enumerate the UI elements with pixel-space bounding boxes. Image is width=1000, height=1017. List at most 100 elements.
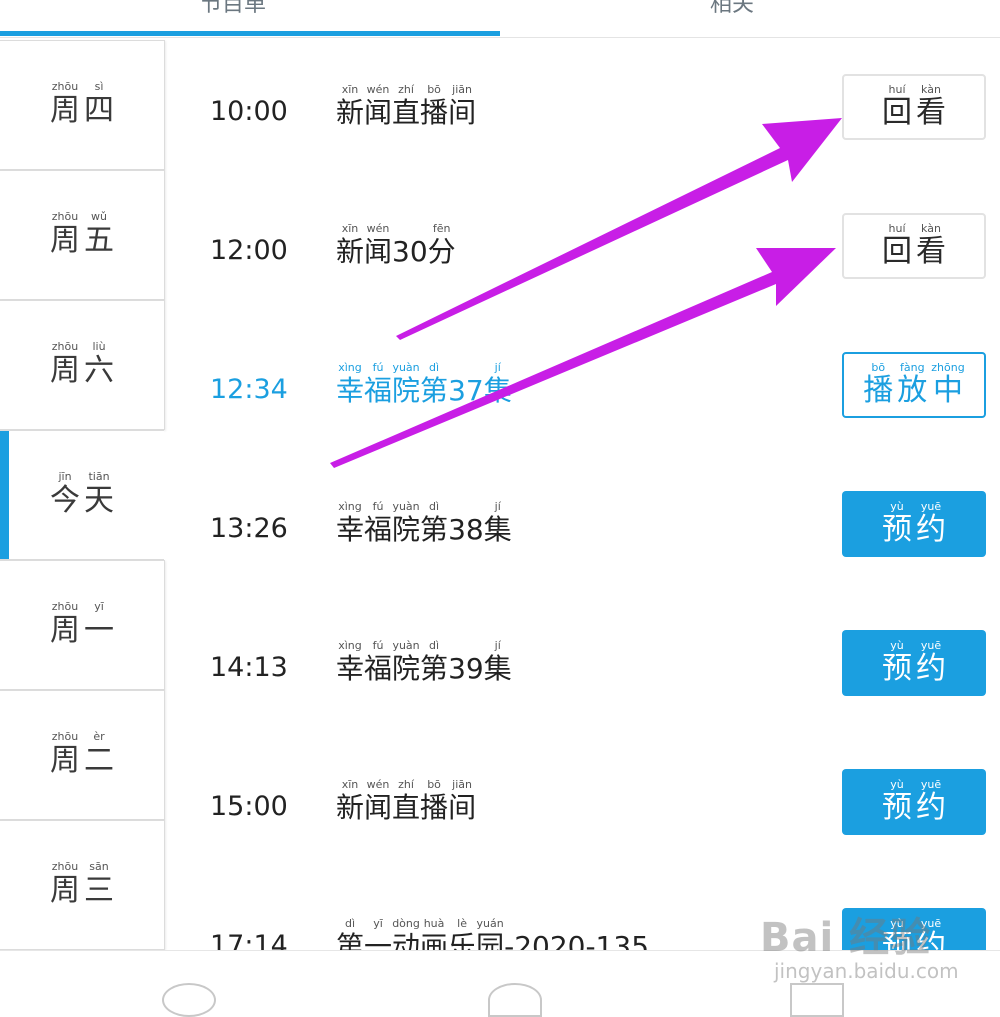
day-char: zhōu 周: [50, 861, 80, 909]
day-char: èr 二: [84, 731, 114, 779]
title-char: bō 播: [420, 84, 448, 130]
day-label: zhōu 周 yī 一: [50, 601, 114, 649]
reserve-button[interactable]: yù 预 yuē 约: [842, 630, 986, 696]
now-playing-button[interactable]: bō 播 fàng 放 zhōng 中: [842, 352, 986, 418]
program-title: xīn 新 wén 闻 30 fēn 分: [336, 223, 456, 269]
hanzi: 回: [882, 234, 912, 269]
hanzi: 约: [916, 512, 946, 547]
hanzi: 间: [448, 791, 477, 824]
pinyin: jí: [494, 639, 501, 652]
pinyin: dì: [344, 917, 356, 930]
program-row[interactable]: 12:00 xīn 新 wén 闻 30 fēn 分 huí 回 kàn 看: [166, 179, 1000, 318]
hanzi: 间: [448, 96, 477, 129]
pinyin: xīn: [341, 222, 359, 235]
hanzi: 周: [50, 613, 80, 648]
hanzi: 播: [863, 373, 894, 408]
pinyin: zhōu: [51, 860, 79, 873]
hanzi: 第: [420, 374, 449, 407]
day-tab[interactable]: zhōu 周 liù 六: [0, 300, 165, 430]
pinyin: zhōu: [51, 340, 79, 353]
title-char: bō 播: [420, 779, 448, 825]
hanzi: 周: [50, 743, 80, 778]
pinyin: xìng: [338, 639, 362, 652]
day-label: zhōu 周 sān 三: [50, 861, 114, 909]
pinyin: sì: [94, 80, 104, 93]
home-icon[interactable]: [162, 983, 216, 1017]
title-char: dì 第: [420, 501, 448, 547]
program-list: 10:00 xīn 新 wén 闻 zhí 直 bō 播 jiān 间 huí 回 kàn 看 12:00 xī…: [166, 40, 1000, 974]
title-char: xìng 幸: [336, 640, 364, 686]
title-char: wén 闻: [364, 223, 392, 269]
watermark: Bai 经验 jingyan.baidu.com: [760, 905, 959, 983]
replay-button[interactable]: huí 回 kàn 看: [842, 213, 986, 279]
program-row[interactable]: 14:13 xìng 幸 fú 福 yuàn 院 dì 第 39 jí 集 yù 预 yuē 约: [166, 596, 1000, 735]
title-char: zhí 直: [392, 779, 420, 825]
button-char: huí 回: [882, 223, 912, 269]
pinyin: bō: [427, 778, 441, 791]
hanzi: 天: [84, 483, 114, 518]
hanzi: 周: [50, 93, 80, 128]
program-time: 15:00: [210, 791, 288, 822]
pinyin: xìng: [338, 361, 362, 374]
program-row[interactable]: 15:00 xīn 新 wén 闻 zhí 直 bō 播 jiān 间 yù 预 yuē 约: [166, 735, 1000, 874]
pinyin: jí: [494, 500, 501, 513]
reserve-button[interactable]: yù 预 yuē 约: [842, 769, 986, 835]
hanzi: 周: [50, 353, 80, 388]
day-tab[interactable]: zhōu 周 sì 四: [0, 40, 165, 170]
pinyin: fú: [372, 639, 384, 652]
button-char: huí 回: [882, 84, 912, 130]
program-time: 12:34: [210, 374, 288, 405]
hanzi: 直: [392, 791, 421, 824]
reserve-button[interactable]: yù 预 yuē 约: [842, 491, 986, 557]
pinyin: zhōu: [51, 730, 79, 743]
title-char: xīn 新: [336, 84, 364, 130]
button-label: yù 预 yuē 约: [882, 501, 946, 547]
day-label: jīn 今 tiān 天: [50, 471, 114, 519]
pinyin: lè: [457, 917, 467, 930]
program-time: 13:26: [210, 513, 288, 544]
day-tab[interactable]: zhōu 周 yī 一: [0, 560, 165, 690]
hanzi: 院: [392, 374, 421, 407]
hanzi: 播: [420, 791, 449, 824]
hanzi: 福: [364, 513, 393, 546]
day-char: zhōu 周: [50, 81, 80, 129]
hanzi: 六: [84, 353, 114, 388]
hanzi: 二: [84, 743, 114, 778]
day-char: tiān 天: [84, 471, 114, 519]
program-row[interactable]: 13:26 xìng 幸 fú 福 yuàn 院 dì 第 38 jí 集 yù 预 yuē 约: [166, 457, 1000, 596]
button-label: yù 预 yuē 约: [882, 779, 946, 825]
program-row[interactable]: 10:00 xīn 新 wén 闻 zhí 直 bō 播 jiān 间 huí 回 kàn 看: [166, 40, 1000, 179]
pinyin: èr: [93, 730, 105, 743]
pinyin: zhōu: [51, 210, 79, 223]
pinyin: wén: [366, 778, 390, 791]
hanzi: 院: [392, 652, 421, 685]
program-title: xìng 幸 fú 福 yuàn 院 dì 第 38 jí 集: [336, 501, 512, 547]
day-tab[interactable]: jīn 今 tiān 天: [0, 430, 164, 560]
pinyin: jiān: [452, 83, 472, 96]
day-label: zhōu 周 èr 二: [50, 731, 114, 779]
button-label: yù 预 yuē 约: [882, 640, 946, 686]
pinyin: fú: [372, 500, 384, 513]
hanzi: 分: [427, 235, 456, 268]
day-tab[interactable]: zhōu 周 wǔ 五: [0, 170, 165, 300]
more-icon[interactable]: [790, 983, 844, 1017]
day-char: sān 三: [84, 861, 114, 909]
tab-schedule[interactable]: 节目单: [200, 0, 266, 18]
day-tab[interactable]: zhōu 周 sān 三: [0, 820, 165, 950]
program-row[interactable]: 12:34 xìng 幸 fú 福 yuàn 院 dì 第 37 jí 集 bō 播 fàng 放 zhōng 中: [166, 318, 1000, 457]
profile-icon[interactable]: [488, 983, 542, 1017]
day-char: yī 一: [84, 601, 114, 649]
pinyin: jīn: [58, 470, 72, 483]
tab-related[interactable]: 相关: [710, 0, 754, 18]
button-char: yù 预: [882, 779, 912, 825]
button-char: yuē 约: [916, 501, 946, 547]
hanzi: 直: [392, 96, 421, 129]
button-label: huí 回 kàn 看: [882, 223, 946, 269]
hanzi: 闻: [364, 235, 393, 268]
day-tab[interactable]: zhōu 周 èr 二: [0, 690, 165, 820]
pinyin: xìng: [338, 500, 362, 513]
replay-button[interactable]: huí 回 kàn 看: [842, 74, 986, 140]
program-time: 12:00: [210, 235, 288, 266]
title-char: wén 闻: [364, 779, 392, 825]
hanzi: 新: [336, 235, 365, 268]
